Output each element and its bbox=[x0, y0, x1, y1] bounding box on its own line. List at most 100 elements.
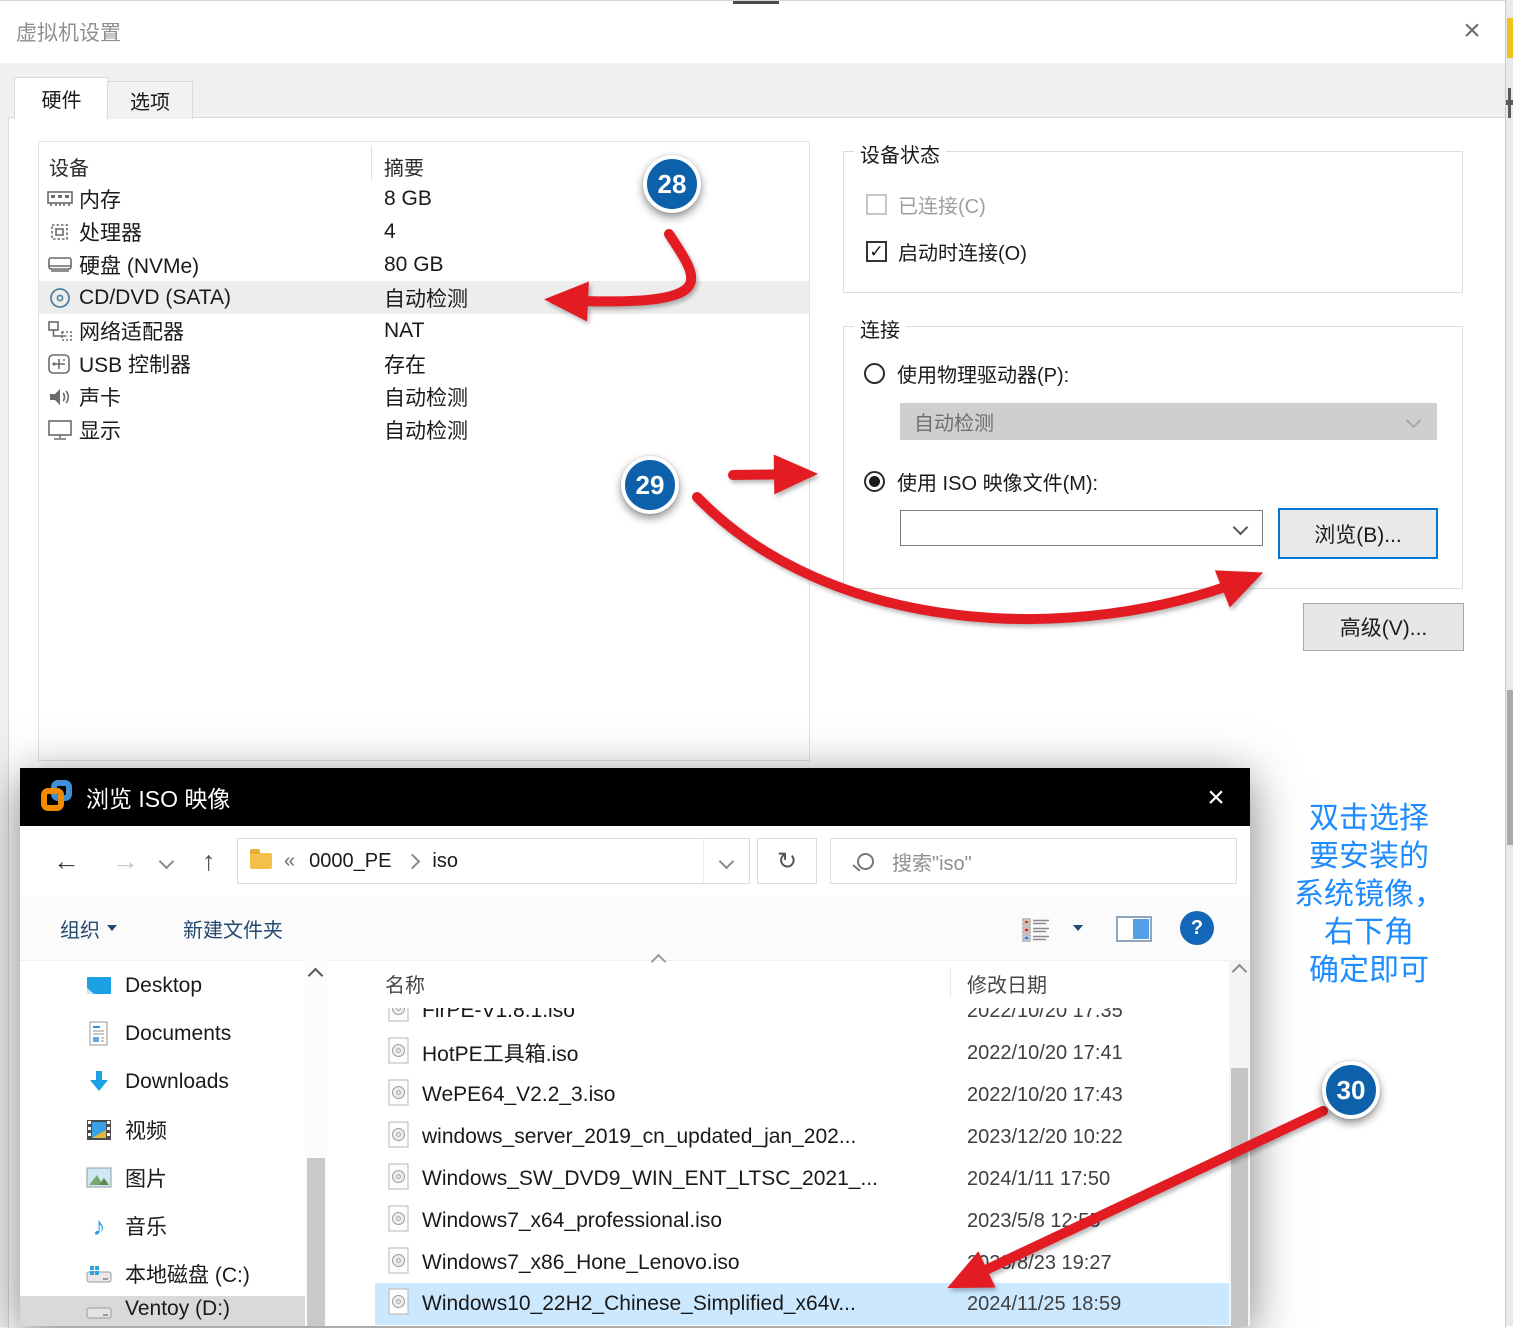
date-modified-column-header[interactable]: 修改日期 bbox=[967, 960, 1047, 1006]
device-row-cpu[interactable]: 处理器 4 bbox=[39, 215, 809, 248]
file-row-selected[interactable]: Windows10_22H2_Chinese_Simplified_x64v..… bbox=[375, 1283, 1229, 1325]
scrollbar-thumb[interactable] bbox=[1507, 690, 1513, 845]
tab-options[interactable]: 选项 bbox=[107, 81, 193, 119]
chevron-down-icon bbox=[107, 925, 117, 931]
file-row[interactable]: HotPE工具箱.iso 2022/10/20 17:41 bbox=[375, 1032, 1229, 1074]
breadcrumb-chevron-icon bbox=[405, 853, 421, 869]
iso-file-icon bbox=[388, 1205, 410, 1238]
dialog-title: 虚拟机设置 bbox=[16, 22, 121, 45]
sidebar-item-desktop[interactable]: Desktop bbox=[20, 962, 305, 1010]
sidebar-item-local-disk-c[interactable]: 本地磁盘 (C:) bbox=[20, 1250, 305, 1298]
sidebar-item-videos[interactable]: 视频 bbox=[20, 1106, 305, 1154]
sidebar-scrollbar[interactable] bbox=[305, 960, 327, 1326]
advanced-button[interactable]: 高级(V)... bbox=[1303, 603, 1464, 651]
address-bar[interactable]: « 0000_PE iso bbox=[237, 838, 750, 884]
file-list-scrollbar[interactable] bbox=[1229, 960, 1250, 1326]
file-row[interactable]: Windows_SW_DVD9_WIN_ENT_LTSC_2021_... 20… bbox=[375, 1158, 1229, 1200]
connection-legend: 连接 bbox=[854, 314, 906, 343]
device-row-sound[interactable]: 声卡 自动检测 bbox=[39, 380, 809, 413]
vmware-logo-icon bbox=[40, 779, 76, 815]
breadcrumb-segment-parent[interactable]: 0000_PE bbox=[309, 850, 391, 873]
connected-checkbox[interactable] bbox=[866, 194, 887, 215]
view-mode-icon[interactable] bbox=[1022, 918, 1052, 947]
disk-icon bbox=[47, 253, 73, 277]
sidebar-item-music[interactable]: ♪ 音乐 bbox=[20, 1202, 305, 1250]
iso-file-icon bbox=[388, 1037, 410, 1070]
tab-hardware[interactable]: 硬件 bbox=[14, 77, 109, 120]
new-folder-button[interactable]: 新建文件夹 bbox=[183, 896, 283, 960]
cd-icon bbox=[47, 286, 73, 310]
file-row[interactable]: Windows7_x64_professional.iso 2023/5/8 1… bbox=[375, 1200, 1229, 1242]
cpu-icon bbox=[47, 220, 73, 244]
sidebar-item-ventoy-d[interactable]: Ventoy (D:) bbox=[20, 1296, 305, 1326]
step-badge-30: 30 bbox=[1322, 1061, 1380, 1119]
documents-icon bbox=[86, 1021, 112, 1047]
search-box[interactable]: 搜索"iso" bbox=[830, 838, 1237, 884]
iso-file-icon bbox=[388, 1008, 410, 1028]
view-mode-chevron-icon[interactable] bbox=[1073, 925, 1083, 931]
file-row[interactable]: Windows7_x86_Hone_Lenovo.iso 2023/8/23 1… bbox=[375, 1242, 1229, 1284]
underlying-window-sliver bbox=[1505, 0, 1513, 1326]
command-toolbar: 组织 新建文件夹 ? bbox=[20, 896, 1250, 961]
physical-drive-radio[interactable] bbox=[864, 363, 885, 384]
iso-file-icon bbox=[388, 1288, 410, 1321]
preview-pane-icon[interactable] bbox=[1116, 916, 1152, 942]
breadcrumb-segment-current[interactable]: iso bbox=[432, 850, 458, 873]
connect-at-poweron-checkbox-row[interactable]: ✓ 启动时连接(O) bbox=[866, 237, 1027, 266]
iso-file-radio[interactable] bbox=[864, 471, 885, 492]
help-icon[interactable]: ? bbox=[1180, 911, 1214, 945]
device-row-cddvd[interactable]: CD/DVD (SATA) 自动检测 bbox=[39, 281, 809, 314]
back-icon[interactable]: ← bbox=[53, 826, 80, 896]
scrollbar-thumb[interactable] bbox=[307, 1158, 325, 1326]
memory-icon bbox=[47, 187, 73, 211]
scroll-up-icon[interactable] bbox=[1231, 963, 1248, 980]
device-row-network[interactable]: 网络适配器 NAT bbox=[39, 314, 809, 347]
file-row[interactable]: windows_server_2019_cn_updated_jan_202..… bbox=[375, 1116, 1229, 1158]
sidebar-item-pictures[interactable]: 图片 bbox=[20, 1154, 305, 1202]
device-status-legend: 设备状态 bbox=[854, 139, 946, 168]
search-icon bbox=[857, 852, 874, 870]
iso-file-combobox[interactable] bbox=[900, 510, 1263, 546]
iso-file-icon bbox=[388, 1163, 410, 1196]
file-row[interactable]: WePE64_V2.2_3.iso 2022/10/20 17:43 bbox=[375, 1074, 1229, 1116]
address-history-dropdown[interactable] bbox=[703, 839, 749, 883]
browse-dialog-titlebar[interactable]: 浏览 ISO 映像 × bbox=[20, 768, 1250, 826]
column-divider bbox=[371, 146, 372, 180]
connect-at-poweron-checkbox[interactable]: ✓ bbox=[866, 241, 887, 262]
refresh-button[interactable]: ↻ bbox=[757, 838, 817, 884]
device-column-header: 设备 bbox=[49, 158, 89, 180]
device-row-usb[interactable]: USB 控制器 存在 bbox=[39, 347, 809, 380]
device-row-display[interactable]: 显示 自动检测 bbox=[39, 413, 809, 446]
connected-checkbox-row[interactable]: 已连接(C) bbox=[866, 190, 986, 219]
name-column-header[interactable]: 名称 bbox=[385, 960, 425, 1006]
sidebar-item-documents[interactable]: Documents bbox=[20, 1010, 305, 1058]
iso-file-icon bbox=[388, 1079, 410, 1112]
forward-icon[interactable]: → bbox=[112, 826, 139, 896]
scroll-up-icon[interactable] bbox=[307, 967, 324, 984]
file-row-clipped[interactable]: FirPE-V1.8.1.iso 2022/10/20 17:35 bbox=[375, 1008, 1229, 1032]
browse-button[interactable]: 浏览(B)... bbox=[1278, 508, 1438, 559]
scrollbar-thumb[interactable] bbox=[1231, 1068, 1248, 1326]
summary-column-header: 摘要 bbox=[384, 158, 424, 180]
device-status-group: 设备状态 已连接(C) ✓ 启动时连接(O) bbox=[843, 139, 1463, 293]
pictures-icon bbox=[86, 1165, 112, 1191]
recent-locations-chevron-icon[interactable] bbox=[158, 853, 175, 870]
plus-icon-fragment bbox=[1506, 100, 1513, 105]
physical-drive-radio-row[interactable]: 使用物理驱动器(P): bbox=[864, 359, 1069, 388]
organize-button[interactable]: 组织 bbox=[60, 896, 117, 960]
music-icon: ♪ bbox=[92, 1210, 106, 1241]
display-icon bbox=[47, 418, 73, 442]
iso-file-icon bbox=[388, 1247, 410, 1280]
navigation-bar: ← → ↑ « 0000_PE iso ↻ 搜索"iso" bbox=[20, 826, 1250, 897]
physical-drive-dropdown: 自动检测 bbox=[900, 403, 1437, 440]
downloads-icon bbox=[86, 1069, 112, 1095]
device-row-harddisk[interactable]: 硬盘 (NVMe) 80 GB bbox=[39, 248, 809, 281]
iso-file-radio-row[interactable]: 使用 ISO 映像文件(M): bbox=[864, 467, 1098, 496]
browse-dialog-title: 浏览 ISO 映像 bbox=[86, 786, 231, 812]
chevron-down-icon[interactable] bbox=[1232, 519, 1249, 536]
breadcrumb-prefix: « bbox=[284, 849, 296, 872]
close-icon[interactable]: × bbox=[1452, 11, 1492, 51]
sidebar-item-downloads[interactable]: Downloads bbox=[20, 1058, 305, 1106]
up-icon[interactable]: ↑ bbox=[202, 826, 216, 896]
close-icon[interactable]: × bbox=[1198, 780, 1234, 816]
